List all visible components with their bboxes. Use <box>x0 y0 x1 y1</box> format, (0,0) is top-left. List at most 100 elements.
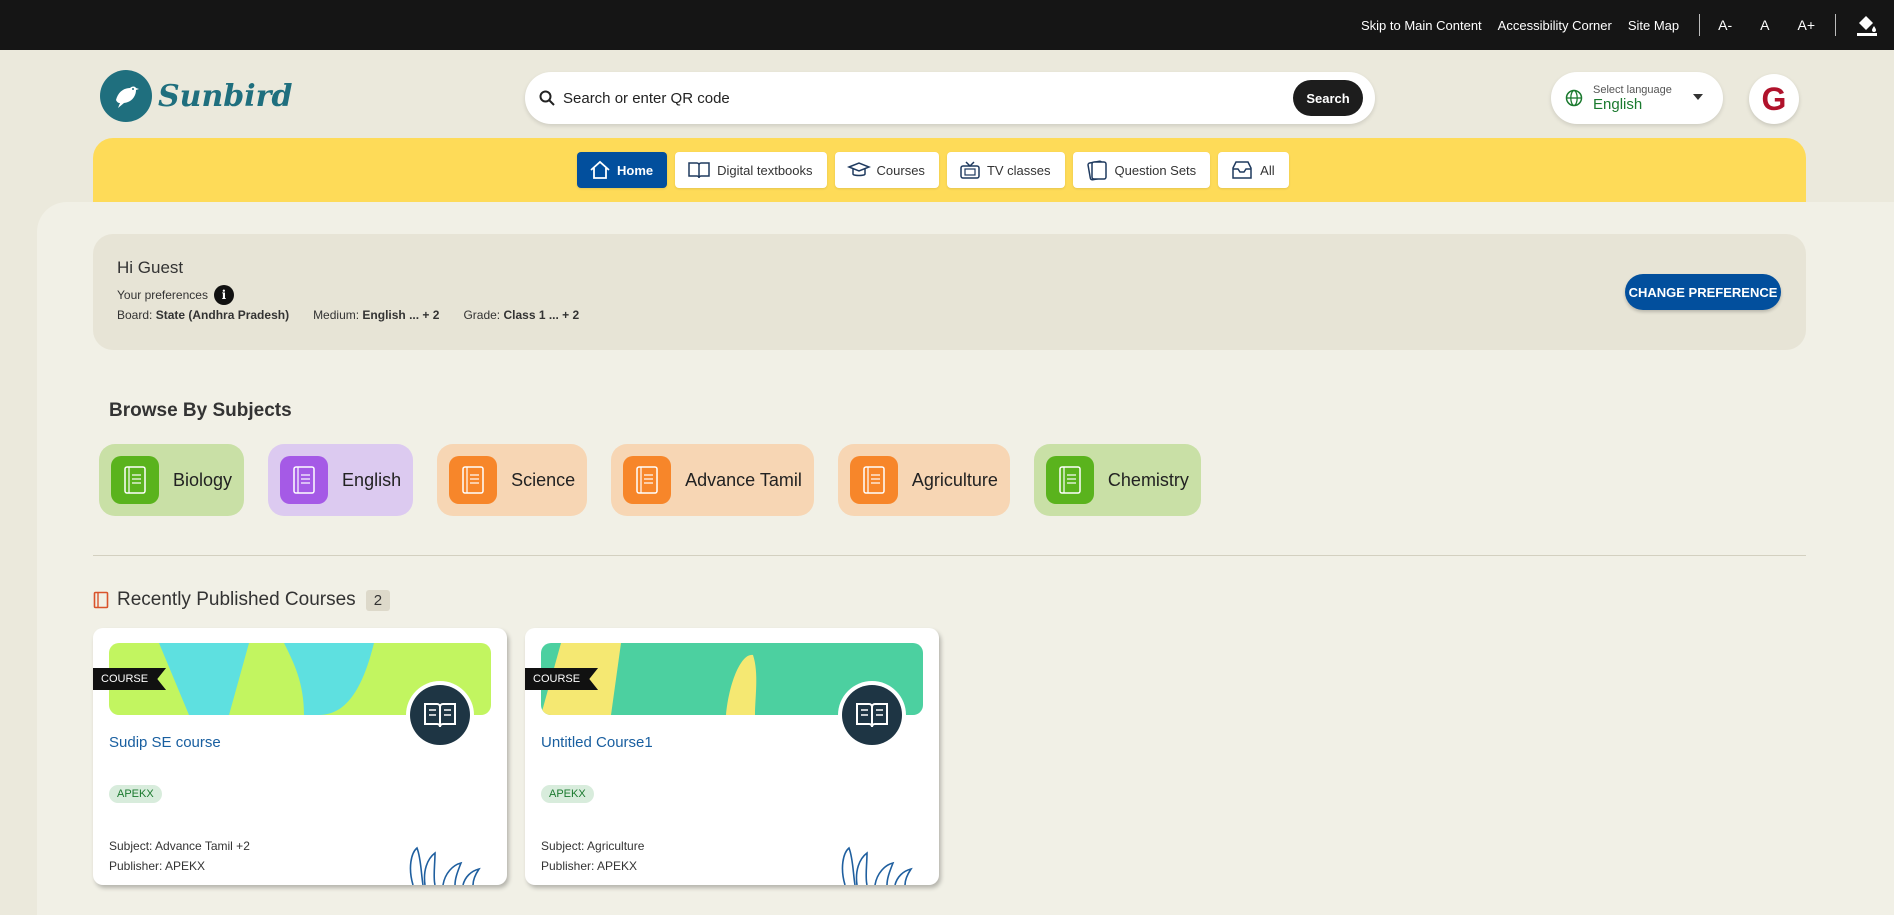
book-icon <box>449 456 498 504</box>
inbox-icon <box>1232 161 1252 179</box>
search-input[interactable] <box>563 89 1293 107</box>
subject-label: Science <box>511 469 576 490</box>
info-icon[interactable]: i <box>213 285 234 305</box>
search-button[interactable]: Search <box>1293 80 1363 116</box>
accessibility-corner-link[interactable]: Accessibility Corner <box>1498 18 1612 33</box>
board-label: Board: <box>117 308 153 322</box>
home-icon <box>590 160 610 179</box>
recent-courses-title: Recently Published Courses <box>117 589 356 610</box>
divider <box>1699 14 1701 36</box>
language-label: Select language <box>1593 83 1672 96</box>
change-preference-button[interactable]: CHANGE PREFERENCE <box>1625 274 1781 310</box>
tab-label: All <box>1260 162 1275 178</box>
course-meta: Subject: Advance Tamil +2 Publisher: APE… <box>109 836 250 876</box>
tab-tv-classes[interactable]: TV classes <box>946 152 1065 188</box>
book-icon <box>849 456 898 504</box>
subject-chemistry[interactable]: Chemistry <box>1033 444 1201 516</box>
font-increase-button[interactable]: A+ <box>1797 17 1815 33</box>
course-publisher: Publisher: APEKX <box>541 859 638 873</box>
bird-icon <box>100 70 152 122</box>
recent-courses-count: 2 <box>365 589 391 611</box>
recent-courses-header: Recently Published Courses 2 <box>93 589 391 611</box>
section-divider <box>93 555 1806 556</box>
board-preference: Board: State (Andhra Pradesh) <box>117 308 289 322</box>
book-icon <box>623 456 672 504</box>
subject-list: Biology English Science Advance Tamil Ag… <box>99 444 1225 516</box>
site-map-link[interactable]: Site Map <box>1628 18 1679 33</box>
skip-to-main-link[interactable]: Skip to Main Content <box>1361 18 1482 33</box>
course-publisher: Publisher: APEKX <box>109 859 206 873</box>
tab-label: Question Sets <box>1114 162 1197 178</box>
tab-question-sets[interactable]: Question Sets <box>1072 152 1211 188</box>
greeting: Hi Guest <box>117 258 184 277</box>
course-title[interactable]: Untitled Course1 <box>541 734 653 751</box>
preference-details: Board: State (Andhra Pradesh) Medium: En… <box>117 308 603 322</box>
board-value: State (Andhra Pradesh) <box>155 308 290 322</box>
your-preferences: Your preferences i <box>117 285 234 305</box>
logo-text: Sunbird <box>158 78 293 114</box>
your-preferences-label: Your preferences <box>117 288 208 302</box>
book-icon <box>688 162 710 179</box>
course-badge: COURSE <box>93 668 167 690</box>
course-meta: Subject: Agriculture Publisher: APEKX <box>541 836 644 876</box>
language-select[interactable]: Select language English <box>1551 72 1723 124</box>
language-value: English <box>1593 95 1643 113</box>
divider <box>1835 14 1836 36</box>
question-set-icon <box>1086 160 1107 181</box>
book-icon <box>1045 456 1094 504</box>
plant-icon <box>841 846 913 885</box>
tab-home[interactable]: Home <box>577 152 668 188</box>
preferences-panel: Hi Guest Your preferences i Board: State… <box>93 234 1806 350</box>
course-subject: Subject: Advance Tamil +2 <box>109 839 250 853</box>
tab-label: Courses <box>876 162 925 178</box>
subject-label: Chemistry <box>1107 469 1189 490</box>
open-book-icon <box>406 681 474 749</box>
grade-label: Grade: <box>463 308 501 322</box>
nav-tabs: Home Digital textbooks Courses TV classe… <box>577 152 1297 188</box>
course-badge: COURSE <box>525 668 599 690</box>
course-card[interactable]: COURSE Untitled Course1 APEKX Subject: A… <box>525 628 939 885</box>
course-tag: APEKX <box>109 785 162 803</box>
tab-label: TV classes <box>986 162 1051 178</box>
subject-english[interactable]: English <box>268 444 414 516</box>
top-bar: Skip to Main Content Accessibility Corne… <box>0 0 1894 50</box>
sunbird-logo[interactable]: Sunbird <box>100 70 292 122</box>
graduation-cap-icon <box>846 162 871 177</box>
book-icon <box>280 456 329 504</box>
chevron-down-icon <box>1693 94 1703 100</box>
grade-preference: Grade: Class 1 ... + 2 <box>463 308 579 322</box>
course-card[interactable]: COURSE Sudip SE course APEKX Subject: Ad… <box>93 628 507 885</box>
subject-biology[interactable]: Biology <box>99 444 245 516</box>
course-title[interactable]: Sudip SE course <box>109 734 221 751</box>
medium-label: Medium: <box>313 308 360 322</box>
grade-value: Class 1 ... + 2 <box>503 308 580 322</box>
tv-icon <box>960 161 980 179</box>
font-decrease-button[interactable]: A- <box>1718 17 1732 33</box>
course-tag: APEKX <box>541 785 594 803</box>
top-links: Skip to Main Content Accessibility Corne… <box>1361 0 1894 50</box>
tab-label: Digital textbooks <box>717 162 813 178</box>
browse-title: Browse By Subjects <box>109 400 292 421</box>
font-normal-button[interactable]: A <box>1760 17 1769 33</box>
search-icon <box>539 90 555 106</box>
medium-value: English ... + 2 <box>362 308 440 322</box>
open-book-icon <box>838 681 906 749</box>
paint-bucket-icon[interactable] <box>1854 12 1880 38</box>
subject-advance-tamil[interactable]: Advance Tamil <box>611 444 814 516</box>
subject-label: English <box>342 469 402 490</box>
book-icon <box>93 591 109 609</box>
tab-label: Home <box>617 162 654 178</box>
book-icon <box>111 456 159 504</box>
tab-digital-textbooks[interactable]: Digital textbooks <box>675 152 827 188</box>
subject-science[interactable]: Science <box>437 444 588 516</box>
tab-all[interactable]: All <box>1218 152 1289 188</box>
subject-label: Agriculture <box>911 469 998 490</box>
globe-icon <box>1565 89 1583 107</box>
subject-label: Advance Tamil <box>685 469 802 490</box>
medium-preference: Medium: English ... + 2 <box>313 308 439 322</box>
tab-courses[interactable]: Courses <box>834 152 939 188</box>
plant-icon <box>409 846 481 885</box>
avatar[interactable]: G <box>1749 74 1799 124</box>
search-bar: Search <box>525 72 1375 124</box>
subject-agriculture[interactable]: Agriculture <box>837 444 1010 516</box>
